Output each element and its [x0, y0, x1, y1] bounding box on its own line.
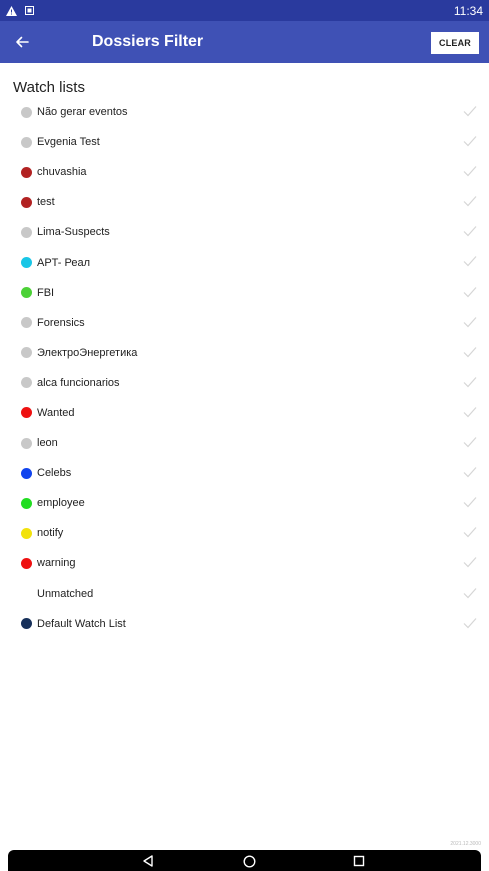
- nav-back-button[interactable]: [140, 853, 156, 869]
- watch-list-item[interactable]: test: [0, 187, 489, 217]
- color-dot-icon: [21, 618, 32, 630]
- watch-list-label: alca funcionarios: [37, 376, 120, 389]
- watch-list-label: ЭлектроЭнергетика: [37, 346, 138, 359]
- checkmark-icon[interactable]: [463, 376, 477, 388]
- nav-recents-button[interactable]: [351, 853, 367, 869]
- recents-square-icon: [353, 855, 365, 867]
- version-label: 2021.12.3000: [450, 841, 481, 847]
- clear-button[interactable]: CLEAR: [431, 32, 479, 54]
- watch-list-label: Wanted: [37, 406, 75, 419]
- color-dot-icon: [21, 226, 32, 238]
- watch-list-item[interactable]: alca funcionarios: [0, 368, 489, 398]
- watch-list-label: FBI: [37, 286, 55, 299]
- checkmark-icon[interactable]: [463, 617, 477, 629]
- color-dot-icon: [21, 588, 32, 599]
- color-dot-icon: [21, 497, 32, 509]
- watch-list-item[interactable]: Wanted: [0, 398, 489, 428]
- checkmark-icon[interactable]: [463, 195, 477, 207]
- watch-list-label: Lima-Suspects: [37, 226, 110, 239]
- watch-list-label: Não gerar eventos: [37, 106, 128, 119]
- watch-list-label: Forensics: [37, 316, 85, 329]
- app-bar: Dossiers Filter CLEAR: [0, 21, 489, 63]
- checkmark-icon[interactable]: [463, 466, 477, 478]
- back-triangle-icon: [143, 855, 153, 867]
- watch-list-item[interactable]: Evgenia Test: [0, 127, 489, 157]
- checkmark-icon[interactable]: [463, 225, 477, 237]
- watch-list: Não gerar eventos Evgenia Test chuvashia te…: [0, 97, 489, 639]
- watch-list-item[interactable]: Não gerar eventos: [0, 97, 489, 127]
- color-dot-icon: [21, 166, 32, 178]
- color-dot-icon: [21, 347, 32, 359]
- checkmark-icon[interactable]: [463, 406, 477, 418]
- checkmark-icon[interactable]: [463, 556, 477, 568]
- checkmark-icon[interactable]: [463, 105, 477, 117]
- nav-home-button[interactable]: [241, 853, 257, 869]
- watch-list-label: chuvashia: [37, 166, 87, 179]
- watch-list-label: leon: [37, 437, 58, 450]
- notification-icon: [25, 6, 34, 15]
- color-dot-icon: [21, 106, 32, 118]
- watch-list-item[interactable]: ЭлектроЭнергетика: [0, 338, 489, 368]
- color-dot-icon: [21, 557, 32, 569]
- watch-list-item[interactable]: Default Watch List: [0, 609, 489, 639]
- watch-list-item[interactable]: FBI: [0, 278, 489, 308]
- checkmark-icon[interactable]: [463, 496, 477, 508]
- watch-list-item[interactable]: Lima-Suspects: [0, 217, 489, 247]
- color-dot-icon: [21, 467, 32, 479]
- page-title: Dossiers Filter: [92, 33, 204, 50]
- checkmark-icon[interactable]: [463, 135, 477, 147]
- watch-list-label: employee: [37, 497, 85, 510]
- navigation-bar: [8, 850, 481, 871]
- color-dot-icon: [21, 527, 32, 539]
- checkmark-icon[interactable]: [463, 165, 477, 177]
- status-icons: [6, 5, 34, 16]
- color-dot-icon: [21, 257, 32, 269]
- watch-list-item[interactable]: Celebs: [0, 458, 489, 488]
- watch-list-label: Default Watch List: [37, 617, 126, 630]
- watch-list-label: notify: [37, 527, 64, 540]
- color-dot-icon: [21, 317, 32, 329]
- color-dot-icon: [21, 136, 32, 148]
- color-dot-icon: [21, 437, 32, 449]
- watch-list-label: warning: [37, 557, 76, 570]
- color-dot-icon: [21, 377, 32, 389]
- watch-list-item[interactable]: employee: [0, 488, 489, 518]
- color-dot-icon: [21, 196, 32, 208]
- watch-list-item[interactable]: APT- Реал: [0, 247, 489, 277]
- watch-list-item[interactable]: Unmatched: [0, 579, 489, 609]
- checkmark-icon[interactable]: [463, 346, 477, 358]
- watch-list-label: Unmatched: [37, 587, 94, 600]
- arrow-left-icon: [16, 36, 29, 48]
- checkmark-icon[interactable]: [463, 436, 477, 448]
- watch-list-item[interactable]: notify: [0, 518, 489, 548]
- watch-list-item[interactable]: warning: [0, 548, 489, 578]
- status-time: 11:34: [453, 3, 483, 18]
- checkmark-icon[interactable]: [463, 286, 477, 298]
- color-dot-icon: [21, 407, 32, 419]
- watch-list-label: Evgenia Test: [37, 136, 100, 149]
- watch-list-label: APT- Реал: [37, 256, 91, 269]
- watch-list-item[interactable]: leon: [0, 428, 489, 458]
- watch-list-item[interactable]: Forensics: [0, 308, 489, 338]
- checkmark-icon[interactable]: [463, 316, 477, 328]
- status-bar: 11:34: [0, 0, 489, 21]
- warning-icon: [6, 5, 17, 16]
- checkmark-icon[interactable]: [463, 587, 477, 599]
- section-title: Watch lists: [13, 79, 85, 96]
- color-dot-icon: [21, 287, 32, 299]
- home-circle-icon: [242, 854, 256, 868]
- back-button[interactable]: [0, 21, 44, 63]
- checkmark-icon[interactable]: [463, 526, 477, 538]
- checkmark-icon[interactable]: [463, 255, 477, 267]
- watch-list-label: Celebs: [37, 467, 72, 480]
- watch-list-item[interactable]: chuvashia: [0, 157, 489, 187]
- watch-list-label: test: [37, 196, 55, 209]
